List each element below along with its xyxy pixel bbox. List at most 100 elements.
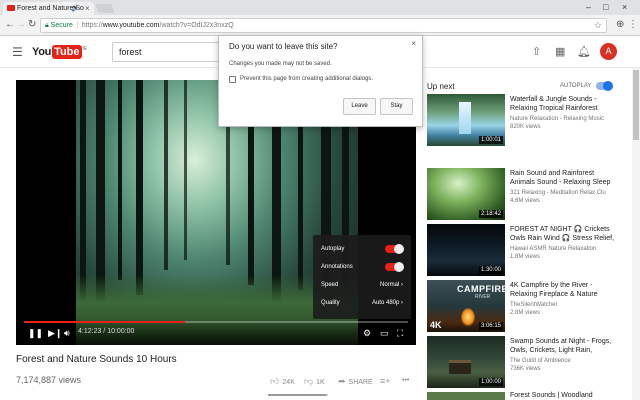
dislike-count: 1K bbox=[316, 379, 325, 386]
share-button[interactable]: ➦ SHARE bbox=[338, 376, 373, 388]
youtube-favicon-icon bbox=[7, 5, 15, 11]
channel-name[interactable]: Nature Relaxation - Relaxing Music bbox=[510, 115, 620, 123]
duration-badge: 1:00:00 bbox=[478, 378, 503, 386]
dialog-title: Do you want to leave this site? bbox=[229, 42, 338, 51]
recommendation-title[interactable]: Forest Sounds | Woodland bbox=[510, 392, 615, 400]
recommendation-title[interactable]: Swamp Sounds at Night - Frogs, Owls, Cri… bbox=[510, 338, 615, 355]
new-tab-button[interactable] bbox=[95, 4, 115, 13]
video-thumbnail[interactable] bbox=[427, 392, 505, 400]
dialog-message: Changes you made may not be saved. bbox=[229, 61, 332, 67]
theater-mode-icon[interactable]: ▭ bbox=[380, 327, 389, 339]
progress-bar[interactable] bbox=[24, 321, 408, 323]
dislike-button[interactable]: 👎︎ 1K bbox=[304, 376, 325, 388]
autoplay-label: AUTOPLAY bbox=[560, 83, 592, 89]
video-thumbnail[interactable]: 1:00:01 bbox=[427, 94, 505, 146]
list-item[interactable]: 1:00:01 Waterfall & Jungle Sounds - Rela… bbox=[427, 94, 617, 146]
autoplay-toggle[interactable] bbox=[385, 244, 404, 254]
duration-badge: 1:00:01 bbox=[478, 136, 503, 144]
pause-icon[interactable]: ❚❚ bbox=[28, 327, 43, 339]
window-close-icon[interactable]: × bbox=[622, 0, 627, 14]
leave-button[interactable]: Leave bbox=[343, 98, 376, 115]
speaker-icon[interactable]: 🔊 bbox=[71, 2, 80, 15]
tab-close-icon[interactable]: × bbox=[85, 2, 90, 15]
list-item[interactable]: Forest Sounds | Woodland bbox=[427, 392, 617, 400]
upload-icon[interactable]: ⇧ bbox=[532, 45, 541, 59]
channel-name[interactable]: The Guild of Ambience bbox=[510, 357, 620, 365]
chevron-right-icon: › bbox=[401, 300, 403, 306]
recommendation-views: 820K views bbox=[510, 124, 541, 130]
video-thumbnail[interactable]: CAMPFIRE RIVER 4K 3:06:15 bbox=[427, 280, 505, 332]
settings-annotations[interactable]: Annotations bbox=[313, 258, 411, 276]
time-display: 4:12:23 / 10:00:00 bbox=[78, 328, 135, 335]
logo-you: You bbox=[32, 46, 52, 58]
settings-speed-label: Speed bbox=[321, 282, 339, 288]
tab-strip: Forest and Nature So 🔊 × – □ × bbox=[0, 0, 640, 15]
prevent-dialogs-checkbox[interactable] bbox=[229, 76, 236, 83]
playlist-add-icon: ≡+ bbox=[380, 376, 391, 386]
list-item[interactable]: 1:00:00 Swamp Sounds at Night - Frogs, O… bbox=[427, 336, 617, 388]
channel-name[interactable]: 321 Relaxing - Meditation Relax Clu bbox=[510, 189, 620, 197]
video-thumbnail[interactable]: 1:00:00 bbox=[427, 336, 505, 388]
channel-name[interactable]: Hawaii ASMR Nature Relaxation bbox=[510, 245, 620, 253]
page-scrollbar[interactable] bbox=[632, 68, 640, 400]
player-controls: ❚❚ ▶❙ 🔊︎ 4:12:23 / 10:00:00 ⚙ ▭ ⛶ bbox=[16, 319, 416, 345]
share-label: SHARE bbox=[348, 379, 373, 386]
hamburger-menu-icon[interactable]: ☰ bbox=[12, 45, 23, 59]
minimize-icon[interactable]: – bbox=[586, 0, 591, 14]
video-thumbnail[interactable]: 2:18:42 bbox=[427, 168, 505, 220]
annotations-toggle[interactable] bbox=[385, 262, 404, 272]
secure-label: Secure bbox=[50, 22, 73, 29]
settings-quality[interactable]: Quality Auto 480p › bbox=[313, 294, 411, 312]
apps-grid-icon[interactable]: ▦ bbox=[555, 45, 565, 59]
recommendation-views: 4.6M views bbox=[510, 198, 541, 204]
maximize-icon[interactable]: □ bbox=[603, 0, 608, 14]
back-arrow-icon[interactable]: ← bbox=[5, 18, 15, 32]
search-input[interactable]: forest bbox=[112, 42, 219, 62]
address-bar[interactable]: 🔒︎ Secure | https://www.youtube.com/watch?… bbox=[40, 18, 607, 33]
avatar[interactable]: A bbox=[600, 43, 617, 60]
settings-speed[interactable]: Speed Normal › bbox=[313, 276, 411, 294]
autoplay-switch[interactable] bbox=[596, 81, 613, 91]
reload-icon[interactable]: ↻ bbox=[28, 18, 36, 32]
list-item[interactable]: 2:18:42 Rain Sound and Rainforest Animal… bbox=[427, 168, 617, 220]
menu-dots-icon[interactable]: ⋮ bbox=[628, 18, 638, 32]
channel-name[interactable]: TheSilentWatcher bbox=[510, 301, 620, 309]
leave-site-dialog: Do you want to leave this site? × Change… bbox=[218, 35, 423, 127]
youtube-logo[interactable]: You Tube IE bbox=[32, 44, 87, 60]
stay-button[interactable]: Stay bbox=[380, 98, 413, 115]
video-thumbnail[interactable]: 1:30:00 bbox=[427, 224, 505, 276]
next-icon[interactable]: ▶❙ bbox=[48, 327, 62, 339]
recommendation-title[interactable]: Rain Sound and Rainforest Animals Sound … bbox=[510, 170, 615, 187]
more-button[interactable]: ••• bbox=[402, 376, 409, 386]
share-arrow-icon: ➦ bbox=[338, 376, 346, 386]
volume-icon[interactable]: 🔊︎ bbox=[64, 327, 70, 339]
thumbnail-subtitle-text: RIVER bbox=[475, 294, 491, 300]
fullscreen-icon[interactable]: ⛶ bbox=[397, 327, 403, 339]
list-item[interactable]: 1:30:00 FOREST AT NIGHT 🎧 Crickets Owls … bbox=[427, 224, 617, 276]
chevron-right-icon: › bbox=[401, 282, 403, 288]
video-title: Forest and Nature Sounds 10 Hours bbox=[16, 354, 177, 365]
add-to-playlist-button[interactable]: ≡+ bbox=[380, 376, 394, 388]
url-scheme: https:// bbox=[81, 22, 103, 29]
gear-icon[interactable]: ⚙ bbox=[363, 327, 371, 339]
quality-value: Auto 480p bbox=[371, 300, 400, 306]
settings-autoplay[interactable]: Autoplay bbox=[313, 240, 411, 258]
bookmark-star-icon[interactable]: ☆ bbox=[594, 19, 602, 32]
dialog-close-icon[interactable]: × bbox=[411, 39, 416, 48]
lock-icon: 🔒︎ bbox=[45, 22, 51, 29]
recommendation-title[interactable]: 4K Campfire by the River - Relaxing Fire… bbox=[510, 282, 615, 299]
extension-icon[interactable]: ⊕ bbox=[616, 18, 624, 32]
thumbs-down-icon: 👎︎ bbox=[304, 376, 314, 386]
speed-value: Normal bbox=[379, 282, 400, 288]
recommendation-title[interactable]: FOREST AT NIGHT 🎧 Crickets Owls Rain Win… bbox=[510, 226, 615, 243]
scrollbar-thumb[interactable] bbox=[633, 70, 639, 140]
notifications-bell-icon[interactable]: 🔔︎ bbox=[577, 45, 591, 59]
like-ratio-fill bbox=[268, 394, 326, 396]
recommendation-title[interactable]: Waterfall & Jungle Sounds - Relaxing Tro… bbox=[510, 96, 615, 113]
forward-arrow-icon[interactable]: → bbox=[16, 18, 26, 32]
browser-tab[interactable]: Forest and Nature So 🔊 × bbox=[3, 2, 94, 15]
list-item[interactable]: CAMPFIRE RIVER 4K 3:06:15 4K Campfire by… bbox=[427, 280, 617, 332]
prevent-dialogs-label[interactable]: Prevent this page from creating addition… bbox=[240, 76, 373, 83]
duration-badge: 2:18:42 bbox=[478, 210, 503, 218]
like-button[interactable]: 👍︎ 24K bbox=[270, 376, 295, 388]
